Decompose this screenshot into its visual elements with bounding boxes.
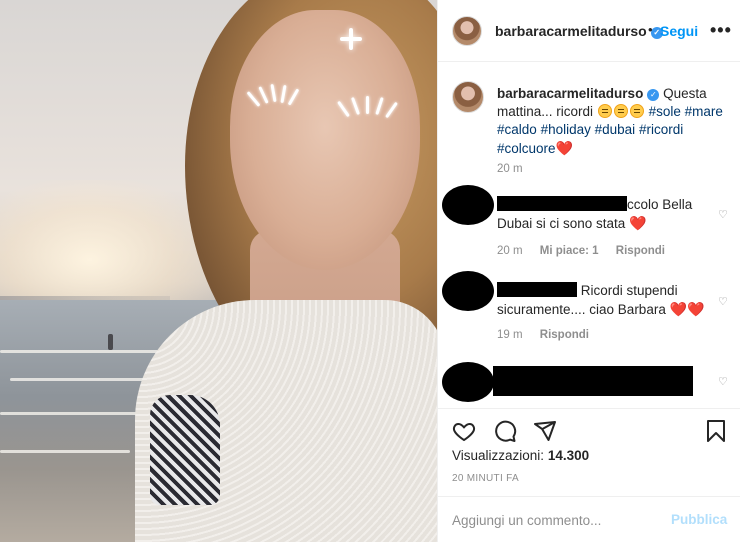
lash-filter-left — [246, 83, 304, 112]
like-heart-icon[interactable] — [452, 419, 476, 443]
comment-meta: 19 m Rispondi — [497, 329, 603, 341]
views-count[interactable]: Visualizzazioni: 14.300 — [452, 448, 589, 463]
comment-avatar-redacted[interactable] — [442, 185, 494, 225]
star-struck-emoji-icon — [597, 104, 612, 118]
comment-avatar-redacted[interactable] — [442, 271, 494, 311]
post-media[interactable] — [0, 0, 437, 542]
post-header: barbaracarmelitadurso ✓ • Segui ••• — [438, 0, 740, 62]
views-value: 14.300 — [547, 448, 590, 463]
redacted-username — [497, 282, 577, 297]
separator-dot: • — [648, 22, 653, 37]
add-comment-bar: Pubblica — [438, 496, 740, 542]
caption-avatar[interactable] — [452, 81, 484, 113]
author-avatar[interactable] — [452, 16, 482, 46]
post-timestamp[interactable]: 20 MINUTI FA — [452, 473, 519, 484]
hashtag-link[interactable]: #sole — [649, 104, 681, 119]
face — [230, 10, 420, 270]
reply-button[interactable]: Rispondi — [540, 329, 589, 341]
publish-button[interactable]: Pubblica — [671, 512, 727, 527]
comment-meta: 20 m Mi piace: 1 Rispondi — [497, 245, 679, 257]
hashtag-link[interactable]: #mare — [685, 104, 723, 119]
views-label: Visualizzazioni: — [452, 448, 545, 463]
hashtag-link[interactable]: #dubai — [595, 122, 636, 137]
heart-emoji-icon: ❤️ — [629, 215, 647, 231]
author-username-text[interactable]: barbaracarmelitadurso — [495, 23, 647, 39]
heart-emoji-icon: ❤️ — [555, 140, 573, 156]
like-comment-heart-icon[interactable]: ♡ — [718, 296, 730, 308]
wave — [10, 378, 150, 381]
action-bar — [438, 408, 740, 448]
hashtag-link[interactable]: #caldo — [497, 122, 537, 137]
caption-time[interactable]: 20 m — [497, 163, 523, 175]
post-side-panel: barbaracarmelitadurso ✓ • Segui ••• barba… — [437, 0, 740, 542]
lash-filter-right — [337, 96, 404, 124]
comment-avatar-redacted[interactable] — [442, 362, 494, 402]
comments-section[interactable]: barbaracarmelitadurso ✓ Questa mattina...… — [438, 63, 740, 408]
save-bookmark-icon[interactable] — [704, 419, 728, 443]
redacted-username — [497, 196, 627, 211]
follow-button[interactable]: Segui — [660, 23, 698, 39]
comment-bubble-icon[interactable] — [493, 419, 517, 443]
comment-time[interactable]: 19 m — [497, 329, 523, 341]
comment-body: Ricordi stupendi — [580, 283, 678, 298]
add-comment-input[interactable] — [452, 509, 652, 531]
caption-text: barbaracarmelitadurso ✓ Questa mattina...… — [497, 85, 729, 158]
comment-likes[interactable]: Mi piace: 1 — [540, 245, 599, 257]
comment-text: Ricordi stupendi sicuramente.... ciao Ba… — [497, 282, 712, 319]
more-options-icon[interactable]: ••• — [710, 20, 732, 41]
wave — [0, 450, 130, 453]
like-comment-heart-icon[interactable]: ♡ — [718, 376, 730, 388]
redacted-comment — [493, 366, 693, 396]
star-struck-emoji-icon — [629, 104, 644, 118]
caption-username[interactable]: barbaracarmelitadurso — [497, 86, 643, 101]
verified-badge-icon: ✓ — [647, 89, 660, 101]
reply-button[interactable]: Rispondi — [616, 245, 665, 257]
comment-text: ccolo Bella Dubai si ci sono stata ❤️ — [497, 196, 712, 233]
hashtag-link[interactable]: #holiday — [541, 122, 591, 137]
comment-time[interactable]: 20 m — [497, 245, 523, 257]
hashtag-link[interactable]: #ricordi — [639, 122, 683, 137]
sparkle-filter — [340, 28, 362, 50]
comment-body-cont: sicuramente.... ciao Barbara — [497, 302, 666, 317]
wave — [0, 350, 180, 353]
hashtag-link[interactable]: #colcuore — [497, 141, 556, 156]
like-comment-heart-icon[interactable]: ♡ — [718, 209, 730, 221]
gingham-top — [150, 395, 220, 505]
heart-emoji-icon: ❤️❤️ — [669, 301, 705, 317]
star-struck-emoji-icon — [613, 104, 628, 118]
author-username[interactable]: barbaracarmelitadurso ✓ — [495, 23, 663, 39]
swimmer — [108, 334, 113, 350]
share-paper-plane-icon[interactable] — [533, 419, 557, 443]
